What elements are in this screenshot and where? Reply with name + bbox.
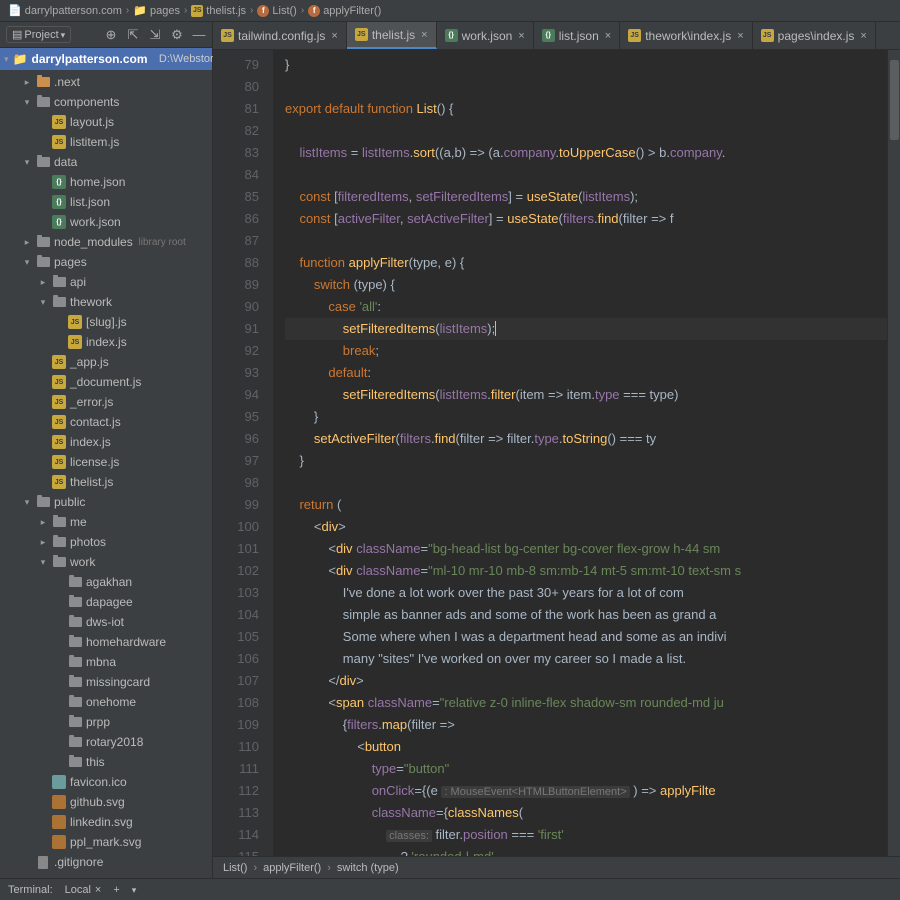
- tree-row[interactable]: JSlicense.js: [0, 452, 212, 472]
- tree-row[interactable]: ▾thework: [0, 292, 212, 312]
- bc-fn1[interactable]: f List(): [257, 5, 296, 17]
- tree-row[interactable]: missingcard: [0, 672, 212, 692]
- tree-row[interactable]: JSthelist.js: [0, 472, 212, 492]
- terminal-more-icon[interactable]: [132, 884, 137, 896]
- editor-tab[interactable]: JSthelist.js×: [347, 22, 437, 49]
- tree-row[interactable]: linkedin.svg: [0, 812, 212, 832]
- bc-project[interactable]: 📄 darrylpatterson.com: [8, 4, 122, 17]
- tree-row[interactable]: JS_app.js: [0, 352, 212, 372]
- add-terminal-icon[interactable]: +: [113, 884, 119, 896]
- tree-row[interactable]: ▾data: [0, 152, 212, 172]
- tree-row[interactable]: ▸photos: [0, 532, 212, 552]
- close-icon[interactable]: ×: [95, 884, 101, 896]
- close-icon[interactable]: ×: [737, 30, 743, 42]
- collapse-icon[interactable]: ⇲: [148, 28, 162, 42]
- tree-row[interactable]: ppl_mark.svg: [0, 832, 212, 852]
- tree-row[interactable]: ▸api: [0, 272, 212, 292]
- tree-row[interactable]: favicon.ico: [0, 772, 212, 792]
- tree-row[interactable]: {}list.json: [0, 192, 212, 212]
- tree-row[interactable]: dws-iot: [0, 612, 212, 632]
- tree-row[interactable]: ▸me: [0, 512, 212, 532]
- tree-row[interactable]: JSlayout.js: [0, 112, 212, 132]
- editor-tab[interactable]: JSthework\index.js×: [620, 22, 752, 49]
- locate-icon[interactable]: ⊕: [104, 28, 118, 42]
- editor-tab[interactable]: JStailwind.config.js×: [213, 22, 347, 49]
- tree-row[interactable]: ▾work: [0, 552, 212, 572]
- code-viewport[interactable]: } export default function List() { listI…: [273, 50, 887, 856]
- terminal-tab[interactable]: Local ×: [65, 884, 102, 896]
- tree-row[interactable]: github.svg: [0, 792, 212, 812]
- tree-row[interactable]: JSindex.js: [0, 432, 212, 452]
- expand-icon[interactable]: ⇱: [126, 28, 140, 42]
- tree-row[interactable]: JS[slug].js: [0, 312, 212, 332]
- tree-row[interactable]: dapagee: [0, 592, 212, 612]
- gutter[interactable]: 7980818283848586878889909192939495969798…: [213, 50, 273, 856]
- tree-row[interactable]: homehardware: [0, 632, 212, 652]
- tree-row[interactable]: .gitignore: [0, 852, 212, 872]
- close-icon[interactable]: ×: [518, 30, 524, 42]
- tree-row[interactable]: prpp: [0, 712, 212, 732]
- tree-row[interactable]: agakhan: [0, 572, 212, 592]
- editor-tabs: JStailwind.config.js×JSthelist.js×{}work…: [213, 22, 900, 50]
- project-toolbar: ▤ Project ⊕ ⇱ ⇲ ⚙ —: [0, 22, 212, 48]
- terminal-label: Terminal:: [8, 884, 53, 896]
- navigation-breadcrumb: 📄 darrylpatterson.com › 📁 pages › JS the…: [0, 0, 900, 22]
- project-view-select[interactable]: ▤ Project: [6, 26, 71, 43]
- editor-tab[interactable]: JSpages\index.js×: [753, 22, 876, 49]
- tree-row[interactable]: JSindex.js: [0, 332, 212, 352]
- vertical-scrollbar[interactable]: [887, 50, 900, 856]
- folder-icon: 📁: [13, 52, 28, 66]
- tree-row[interactable]: onehome: [0, 692, 212, 712]
- tree-row[interactable]: ▸node_modules library root: [0, 232, 212, 252]
- tree-row[interactable]: JScontact.js: [0, 412, 212, 432]
- project-tool-window: ▤ Project ⊕ ⇱ ⇲ ⚙ — ▾ 📁 darrylpatterson.…: [0, 22, 213, 878]
- tree-row[interactable]: ▾public: [0, 492, 212, 512]
- tree-row[interactable]: ▾pages: [0, 252, 212, 272]
- tree-row[interactable]: rotary2018: [0, 732, 212, 752]
- tree-row[interactable]: this: [0, 752, 212, 772]
- project-tree[interactable]: ▸.next▾componentsJSlayout.jsJSlistitem.j…: [0, 70, 212, 878]
- tree-row[interactable]: ▾components: [0, 92, 212, 112]
- close-icon[interactable]: ×: [605, 30, 611, 42]
- hide-icon[interactable]: —: [192, 28, 206, 42]
- close-icon[interactable]: ×: [331, 30, 337, 42]
- tree-row[interactable]: JS_error.js: [0, 392, 212, 412]
- tree-row[interactable]: JS_document.js: [0, 372, 212, 392]
- scrollbar-thumb[interactable]: [890, 60, 899, 140]
- tree-row[interactable]: {}home.json: [0, 172, 212, 192]
- close-icon[interactable]: ×: [860, 30, 866, 42]
- editor-tab[interactable]: {}list.json×: [534, 22, 620, 49]
- project-root-row[interactable]: ▾ 📁 darrylpatterson.com D:\Webstor: [0, 48, 212, 70]
- tree-row[interactable]: ▸.next: [0, 72, 212, 92]
- editor-breadcrumb[interactable]: List()› applyFilter()› switch (type): [213, 856, 900, 878]
- tree-row[interactable]: JSlistitem.js: [0, 132, 212, 152]
- editor-tab[interactable]: {}work.json×: [437, 22, 534, 49]
- editor-area: JStailwind.config.js×JSthelist.js×{}work…: [213, 22, 900, 878]
- close-icon[interactable]: ×: [421, 29, 427, 41]
- terminal-toolbar: Terminal: Local × +: [0, 878, 900, 900]
- tree-row[interactable]: mbna: [0, 652, 212, 672]
- tree-row[interactable]: {}work.json: [0, 212, 212, 232]
- bc-folder[interactable]: 📁 pages: [133, 4, 180, 17]
- bc-fn2[interactable]: f applyFilter(): [308, 5, 381, 17]
- gear-icon[interactable]: ⚙: [170, 28, 184, 42]
- bc-file[interactable]: JS thelist.js: [191, 5, 246, 17]
